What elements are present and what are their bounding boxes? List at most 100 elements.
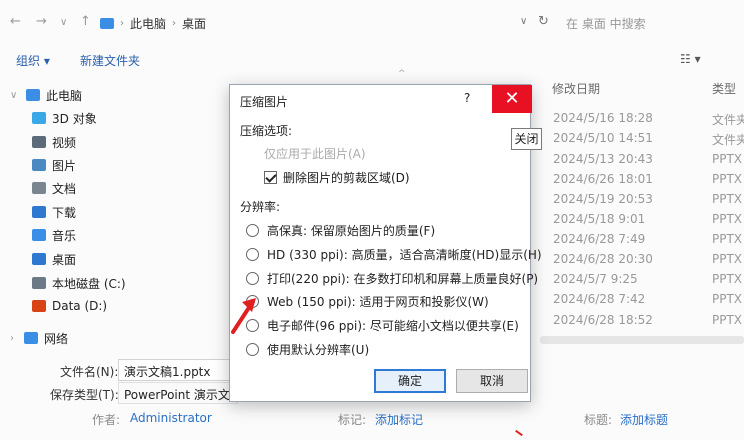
sidebar-item-drive-c[interactable]: 本地磁盘 (C:) (32, 273, 126, 293)
horizontal-scrollbar[interactable] (540, 336, 744, 344)
sidebar-item-label: 音乐 (52, 228, 77, 243)
breadcrumb-item[interactable]: 桌面 (182, 15, 206, 32)
table-row-date[interactable]: 2024/6/26 18:01 (553, 172, 653, 186)
radio-icon[interactable] (246, 343, 259, 356)
radio-label: 打印(220 ppi): 在多数打印机和屏幕上质量良好(P) (267, 272, 539, 286)
table-row-type[interactable]: PPTX (712, 232, 742, 246)
sidebar-item-label: 图片 (52, 158, 77, 173)
cancel-button[interactable]: 取消 (456, 369, 528, 393)
dialog-title: 压缩图片 (240, 95, 289, 109)
author-label: 作者: (92, 413, 121, 427)
table-row-type[interactable]: 文件夹 (712, 111, 744, 128)
sidebar-item-label: 3D 对象 (52, 111, 97, 126)
chevron-down-icon[interactable]: ∨ (10, 90, 17, 101)
radio-hd-330[interactable]: HD (330 ppi): 高质量，适合高清晰度(HD)显示(H) (246, 246, 542, 263)
table-row-date[interactable]: 2024/6/28 7:42 (553, 292, 645, 306)
sidebar-item-label: 视频 (52, 135, 77, 150)
tags-value[interactable]: 添加标记 (375, 411, 423, 428)
sort-caret-icon: ^ (398, 69, 406, 79)
chevron-right-icon: › (120, 17, 124, 29)
table-row-date[interactable]: 2024/5/19 20:53 (553, 192, 653, 206)
sidebar-item-downloads[interactable]: 下载 (32, 202, 76, 222)
3d-objects-icon (32, 112, 46, 124)
organize-button[interactable]: 组织 ▾ (16, 52, 50, 69)
ok-button[interactable]: 确定 (374, 369, 446, 393)
recent-dropdown-icon[interactable]: ∨ (60, 17, 67, 28)
table-row-type[interactable]: 文件夹 (712, 131, 744, 148)
radio-email-96[interactable]: 电子邮件(96 ppi): 尽可能缩小文档以便共享(E) (246, 317, 519, 334)
annotation-arrow-icon (231, 298, 256, 334)
table-row-date[interactable]: 2024/5/16 18:28 (553, 111, 653, 125)
office-drive-icon (32, 300, 46, 312)
table-row-date[interactable]: 2024/6/28 7:49 (553, 232, 645, 246)
new-folder-button[interactable]: 新建文件夹 (80, 52, 140, 69)
radio-label: HD (330 ppi): 高质量，适合高清晰度(HD)显示(H) (267, 248, 542, 262)
radio-web-150[interactable]: Web (150 ppi): 适用于网页和投影仪(W) (246, 293, 489, 310)
radio-label: Web (150 ppi): 适用于网页和投影仪(W) (267, 295, 489, 309)
forward-arrow-icon[interactable]: → (36, 14, 47, 29)
sidebar-item-3d-objects[interactable]: 3D 对象 (32, 108, 97, 128)
table-row-type[interactable]: PPTX (712, 212, 742, 226)
delete-cropped-label: 删除图片的剪裁区域(D) (283, 171, 410, 185)
delete-cropped-checkbox[interactable]: 删除图片的剪裁区域(D) (264, 169, 410, 186)
radio-icon[interactable] (246, 224, 259, 237)
table-row-type[interactable]: PPTX (712, 172, 742, 186)
desktop-icon (32, 253, 46, 265)
sidebar-item-network[interactable]: 网络 (24, 328, 68, 348)
sidebar-item-desktop[interactable]: 桌面 (32, 249, 76, 269)
sidebar-item-this-pc[interactable]: 此电脑 (26, 85, 82, 105)
checkbox-checked-icon[interactable] (264, 171, 277, 184)
help-button[interactable]: ? (464, 91, 470, 105)
sidebar-item-label: 此电脑 (46, 88, 83, 103)
table-row-date[interactable]: 2024/5/13 20:43 (553, 152, 653, 166)
close-button[interactable]: ✕ (492, 85, 532, 113)
title-value[interactable]: 添加标题 (620, 411, 668, 428)
table-row-type[interactable]: PPTX (712, 252, 742, 266)
radio-print-220[interactable]: 打印(220 ppi): 在多数打印机和屏幕上质量良好(P) (246, 270, 538, 287)
table-row-type[interactable]: PPTX (712, 272, 742, 286)
sidebar-item-music[interactable]: 音乐 (32, 225, 76, 245)
table-row-type[interactable]: PPTX (712, 313, 742, 327)
search-input[interactable]: 在 桌面 中搜索 (560, 10, 744, 36)
video-icon (32, 136, 46, 148)
radio-label: 高保真: 保留原始图片的质量(F) (267, 224, 436, 238)
table-row-type[interactable]: PPTX (712, 152, 742, 166)
radio-default-resolution[interactable]: 使用默认分辨率(U) (246, 341, 369, 358)
table-row-date[interactable]: 2024/5/7 9:25 (553, 272, 638, 286)
sidebar-item-video[interactable]: 视频 (32, 132, 76, 152)
radio-icon[interactable] (246, 272, 259, 285)
computer-icon (26, 89, 40, 101)
breadcrumb[interactable]: › 此电脑 › 桌面 (96, 10, 520, 36)
pictures-icon (32, 159, 46, 171)
downloads-icon (32, 206, 46, 218)
sidebar-item-pictures[interactable]: 图片 (32, 155, 76, 175)
table-row-type[interactable]: PPTX (712, 192, 742, 206)
radio-icon[interactable] (246, 248, 259, 261)
radio-high-fidelity[interactable]: 高保真: 保留原始图片的质量(F) (246, 222, 435, 239)
column-header-type[interactable]: 类型 (712, 80, 736, 97)
breadcrumb-item[interactable]: 此电脑 (130, 15, 166, 32)
sidebar-item-drive-d[interactable]: Data (D:) (32, 296, 107, 316)
column-header-date[interactable]: 修改日期 (552, 80, 600, 97)
only-this-picture-label: 仅应用于此图片(A) (264, 147, 366, 161)
chevron-down-icon[interactable]: ∨ (520, 16, 527, 27)
up-arrow-icon[interactable]: ↑ (80, 14, 91, 29)
table-row-date[interactable]: 2024/5/18 9:01 (553, 212, 645, 226)
view-options-button[interactable]: ☷ ▾ (680, 52, 701, 66)
only-this-picture-checkbox: 仅应用于此图片(A) (264, 145, 366, 162)
title-label: 标题: (584, 413, 613, 427)
table-row-date[interactable]: 2024/5/10 14:51 (553, 131, 653, 145)
table-row-date[interactable]: 2024/6/28 18:52 (553, 313, 653, 327)
table-row-type[interactable]: PPTX (712, 292, 742, 306)
table-row-date[interactable]: 2024/6/28 20:30 (553, 252, 653, 266)
chevron-right-icon[interactable]: › (10, 333, 14, 344)
refresh-icon[interactable]: ↻ (538, 14, 549, 29)
sidebar-item-label: Data (D:) (52, 299, 108, 313)
author-value[interactable]: Administrator (130, 411, 212, 425)
filetype-select[interactable]: PowerPoint 演示文稿 (118, 382, 238, 404)
sidebar-item-documents[interactable]: 文档 (32, 178, 76, 198)
chevron-right-icon: › (172, 17, 177, 29)
sidebar-item-label: 网络 (44, 331, 69, 346)
filename-field[interactable]: 演示文稿1.pptx (118, 359, 238, 381)
back-arrow-icon[interactable]: ← (10, 14, 21, 29)
